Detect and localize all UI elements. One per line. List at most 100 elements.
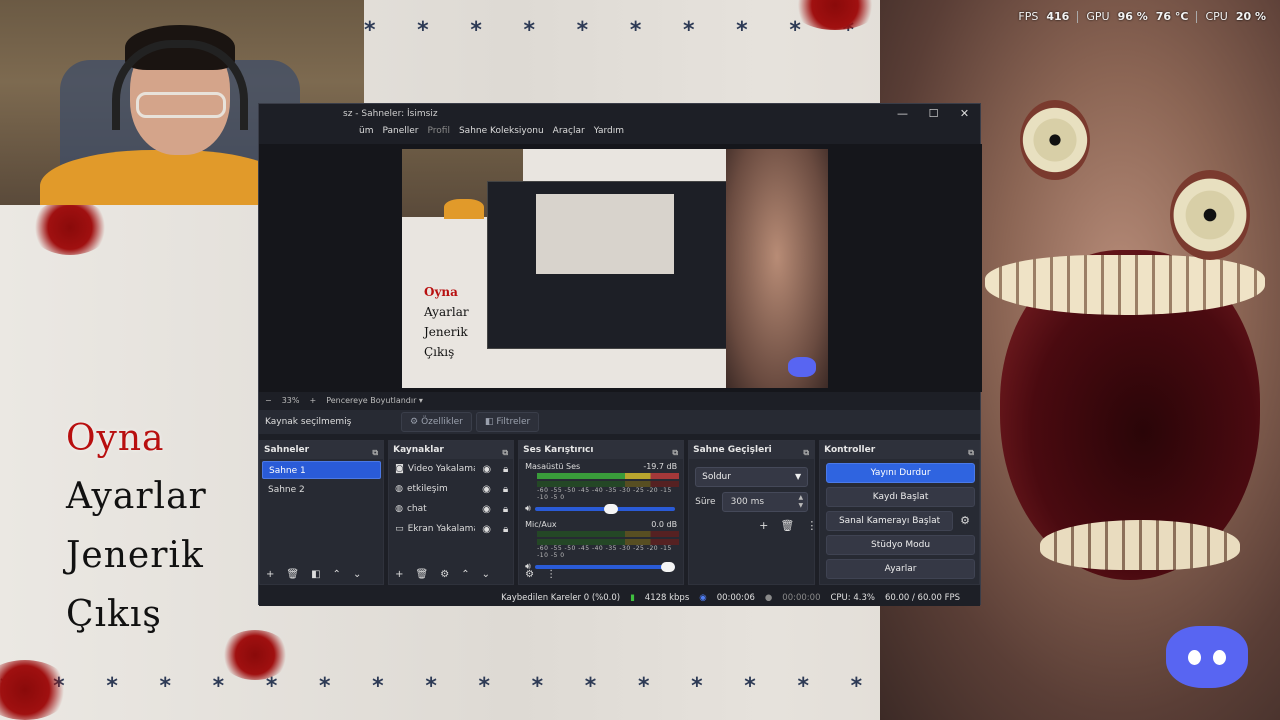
overlay-menu-exit: Çıkış (66, 594, 162, 635)
preview-menu-settings: Ayarlar (424, 305, 469, 319)
eye-icon[interactable]: ◉ (479, 464, 494, 475)
speaker-icon[interactable]: 🔊︎ (525, 504, 531, 514)
down-icon[interactable]: ⌄ (482, 569, 490, 580)
sources-toolbar: + 🗑 ⚙ ⌃ ⌄ (389, 564, 513, 584)
camera-icon: ◙ (395, 464, 404, 474)
source-name: etkileşim (406, 484, 448, 494)
filters-label: Filtreler (496, 417, 531, 427)
more-icon[interactable]: ⋮ (546, 569, 556, 580)
add-icon[interactable]: + (395, 569, 403, 580)
up-icon[interactable]: ⌃ (333, 569, 341, 580)
fit-to-window-dropdown[interactable]: Pencereye Boyutlandır ▾ (326, 396, 423, 405)
lock-icon[interactable]: 🔒︎ (498, 524, 513, 535)
level-meter (537, 481, 680, 487)
menu-item-profile[interactable]: Profil (428, 126, 450, 140)
monster-eye-right (1170, 170, 1250, 260)
undock-icon[interactable]: ⧉ (372, 444, 378, 462)
spinner-icon[interactable]: ▲ ▼ (799, 494, 804, 510)
discord-icon (1166, 626, 1248, 688)
fps-status: 60.00 / 60.00 FPS (884, 592, 960, 603)
filters-button[interactable]: ◧ Filtreler (475, 412, 540, 432)
trash-icon[interactable]: 🗑 (286, 569, 299, 580)
eye-icon[interactable]: ◉ (479, 524, 494, 535)
transitions-dock: Sahne Geçişleri ⧉ Soldur ▼ Süre 300 ms ▲ ▼ + 🗑… (688, 440, 817, 585)
up-icon[interactable]: ⌃ (461, 569, 469, 580)
menu-item-help[interactable]: Yardım (594, 126, 624, 140)
scenes-title: Sahneler (264, 445, 310, 455)
overlay-menu-credits: Jenerik (66, 535, 204, 576)
monster-eye-left (1020, 100, 1090, 180)
preview-menu-credits: Jenerik (424, 325, 468, 339)
menu-item-view[interactable]: üm (359, 126, 373, 140)
zoom-out-button[interactable]: − (265, 396, 272, 405)
duration-label: Süre (695, 497, 716, 507)
more-icon[interactable]: ⋮ (806, 519, 817, 532)
channel-name: Mic/Aux (525, 520, 557, 529)
source-item[interactable]: ◍ chat ◉ 🔒︎ (389, 499, 513, 519)
sources-title: Kaynaklar (393, 445, 444, 455)
close-button[interactable]: ✕ (949, 104, 980, 124)
dock-area: Sahneler ⧉ Sahne 1 Sahne 2 + 🗑 ◧ ⌃ ⌄ Kaynakla… (259, 440, 980, 585)
undock-icon[interactable]: ⧉ (502, 444, 508, 462)
scenes-toolbar: + 🗑 ◧ ⌃ ⌄ (260, 564, 383, 584)
monster-teeth-bottom (1040, 520, 1240, 570)
menu-item-tools[interactable]: Araçlar (553, 126, 585, 140)
channel-db: -19.7 dB (643, 462, 678, 471)
performance-overlay: FPS 416 GPU 96 % 76 °C CPU 20 % (1018, 10, 1266, 23)
window-title: sz - Sahneler: İsimsiz (259, 104, 980, 124)
lock-icon[interactable]: 🔒︎ (498, 484, 513, 495)
properties-label: Özellikler (421, 417, 463, 427)
scene-item[interactable]: Sahne 1 (262, 461, 382, 479)
gear-icon[interactable]: ⚙ (440, 569, 449, 580)
scene-item[interactable]: Sahne 2 (262, 481, 381, 499)
undock-icon[interactable]: ⧉ (968, 444, 974, 462)
filter-icon[interactable]: ◧ (311, 569, 320, 580)
transition-select[interactable]: Soldur ▼ (695, 467, 809, 487)
lock-icon[interactable]: 🔒︎ (498, 464, 513, 475)
stream-time: 00:00:06 (716, 592, 755, 603)
settings-button[interactable]: Ayarlar (826, 559, 975, 579)
transitions-title: Sahne Geçişleri (693, 445, 772, 455)
source-item[interactable]: ◍ etkileşim ◉ 🔒︎ (389, 479, 513, 499)
undock-icon[interactable]: ⧉ (803, 444, 809, 462)
menu-item-scene-collection[interactable]: Sahne Koleksiyonu (459, 126, 544, 140)
source-item[interactable]: ◙ Video Yakalama ◉ 🔒︎ (389, 459, 513, 479)
eye-icon[interactable]: ◉ (479, 484, 494, 495)
preview-menu-play: Oyna (424, 285, 458, 299)
zoom-value: 33% (281, 395, 300, 405)
transitions-header: Sahne Geçişleri ⧉ (689, 441, 815, 462)
add-icon[interactable]: + (266, 569, 274, 580)
duration-field[interactable]: 300 ms ▲ ▼ (721, 492, 809, 512)
trash-icon[interactable]: 🗑 (780, 519, 794, 532)
obs-window: sz - Sahneler: İsimsiz — ☐ ✕ üm Paneller… (258, 103, 982, 606)
scenes-header: Sahneler ⧉ (260, 441, 384, 462)
duration-value: 300 ms (730, 497, 765, 507)
eye-icon[interactable]: ◉ (479, 504, 494, 515)
stop-stream-button[interactable]: Yayını Durdur (826, 463, 975, 483)
lock-icon[interactable]: 🔒︎ (498, 504, 513, 515)
zoom-in-button[interactable]: + (309, 396, 316, 405)
down-icon[interactable]: ⌄ (353, 569, 361, 580)
source-item[interactable]: ▭ Ekran Yakalama ◉ 🔒︎ (389, 519, 513, 539)
volume-slider[interactable] (534, 504, 675, 514)
no-source-label: Kaynak seçilmemiş (265, 417, 352, 427)
studio-mode-button[interactable]: Stüdyo Modu (826, 535, 975, 555)
trash-icon[interactable]: 🗑 (416, 569, 429, 580)
minimize-button[interactable]: — (887, 104, 918, 124)
gear-icon[interactable]: ⚙ (955, 511, 975, 531)
sources-dock: Kaynaklar ⧉ ◙ Video Yakalama ◉ 🔒︎ ◍ etkileşim… (388, 440, 515, 585)
source-toolbar: Kaynak seçilmemiş ⚙ Özellikler ◧ Filtreler (259, 410, 980, 434)
add-icon[interactable]: + (759, 519, 768, 532)
advanced-audio-icon[interactable]: ⚙ (525, 569, 534, 580)
start-virtualcam-button[interactable]: Sanal Kamerayı Başlat (826, 511, 953, 531)
start-recording-button[interactable]: Kaydı Başlat (826, 487, 975, 507)
maximize-button[interactable]: ☐ (918, 104, 949, 124)
properties-button[interactable]: ⚙ Özellikler (401, 412, 472, 432)
undock-icon[interactable]: ⧉ (672, 444, 678, 462)
monitor-icon: ▭ (395, 524, 404, 534)
stream-preview[interactable]: Oyna Ayarlar Jenerik Çıkış (402, 149, 828, 388)
menu-item-docks[interactable]: Paneller (382, 126, 418, 140)
controls-title: Kontroller (824, 445, 876, 455)
zoom-bar: − 33% + Pencereye Boyutlandır ▾ (259, 392, 980, 408)
gpu-usage: 96 % (1117, 10, 1148, 23)
